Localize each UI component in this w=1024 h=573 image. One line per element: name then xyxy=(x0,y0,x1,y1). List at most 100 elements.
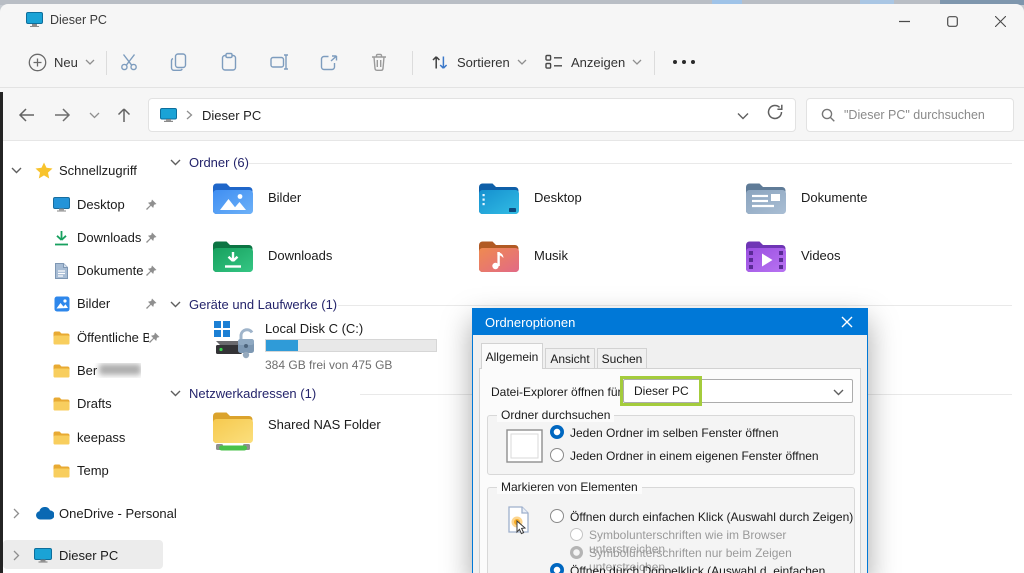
folder-name: Bilder xyxy=(268,190,302,205)
folder-options-dialog: Ordneroptionen Allgemein Ansicht Suchen … xyxy=(472,308,868,573)
sidebar-item-keepass[interactable]: keepass xyxy=(0,421,165,454)
pin-icon xyxy=(146,232,157,243)
folder-name: Videos xyxy=(801,248,841,263)
chevron-collapsed-icon xyxy=(13,550,20,561)
forward-button[interactable] xyxy=(48,102,76,128)
radio-label: Jeden Ordner in einem eigenen Fenster öf… xyxy=(570,449,819,463)
browse-folders-group: Ordner durchsuchen Jeden Ordner im selbe… xyxy=(487,408,855,475)
chevron-collapsed-icon xyxy=(13,508,20,519)
folder-name: Desktop xyxy=(534,190,582,205)
view-button[interactable]: Anzeigen xyxy=(538,44,648,80)
drive-usage-bar xyxy=(265,339,437,352)
section-title: Ordner (6) xyxy=(189,155,249,170)
radio-own-window[interactable] xyxy=(550,448,564,462)
network-folder-icon xyxy=(213,412,253,451)
section-devices-header[interactable]: Geräte und Laufwerke (1) xyxy=(170,297,337,312)
delete-button[interactable] xyxy=(363,44,395,80)
copy-icon xyxy=(170,53,187,72)
paste-button[interactable] xyxy=(213,44,245,80)
desktop-icon xyxy=(53,197,70,212)
pin-icon xyxy=(146,265,157,276)
folder-tile-videos[interactable]: Videos xyxy=(745,240,841,281)
sidebar-item-label: Bilder xyxy=(77,296,111,311)
dialog-title-bar: Ordneroptionen xyxy=(473,309,867,335)
section-title: Netzwerkadressen (1) xyxy=(189,386,317,401)
chevron-down-icon xyxy=(85,59,95,65)
sidebar-item-downloads[interactable]: Downloads xyxy=(0,221,165,254)
folder-tile-musik[interactable]: Musik xyxy=(478,240,568,281)
section-title: Geräte und Laufwerke (1) xyxy=(189,297,338,312)
sort-button-label: Sortieren xyxy=(457,54,510,70)
sidebar-item-drafts[interactable]: Drafts xyxy=(0,387,165,420)
sidebar-item-this-pc[interactable]: Dieser PC xyxy=(0,539,165,572)
folder-icon xyxy=(53,364,70,377)
explorer-window: Dieser PC Neu Sortieren Anzeigen Dieser … xyxy=(0,4,1024,573)
dialog-close-button[interactable] xyxy=(835,313,859,331)
document-icon xyxy=(55,262,68,279)
tab-suchen[interactable]: Suchen xyxy=(597,348,647,369)
cut-icon xyxy=(121,54,137,71)
rename-button[interactable] xyxy=(263,44,296,80)
breadcrumb[interactable]: Dieser PC xyxy=(202,108,261,123)
drive-tile-local-disk-c[interactable]: Local Disk C (C:) 384 GB frei von 475 GB xyxy=(212,319,437,372)
drive-usage-fill xyxy=(266,340,299,351)
picture-icon xyxy=(54,296,70,311)
address-bar[interactable]: Dieser PC xyxy=(148,98,796,132)
more-options-button[interactable] xyxy=(665,44,703,80)
section-network-header[interactable]: Netzwerkadressen (1) xyxy=(170,386,316,401)
maximize-button[interactable] xyxy=(932,10,972,32)
folder-name: Dokumente xyxy=(801,190,868,205)
sidebar-item-redacted-folder[interactable]: Ber xyxy=(0,354,165,387)
back-button[interactable] xyxy=(12,102,40,128)
tab-ansicht[interactable]: Ansicht xyxy=(545,348,595,369)
radio-single-click[interactable] xyxy=(550,509,564,523)
music-folder-icon xyxy=(479,241,519,272)
radio-double-click[interactable] xyxy=(550,563,564,573)
network-tile-shared-nas[interactable]: Shared NAS Folder xyxy=(212,411,381,458)
radio-same-window[interactable] xyxy=(550,425,564,439)
star-icon xyxy=(35,162,53,179)
drive-name: Local Disk C (C:) xyxy=(265,321,364,336)
sidebar-item-label: Öffentliche Bilde xyxy=(77,330,149,345)
cut-button[interactable] xyxy=(113,44,145,80)
sidebar-item-onedrive[interactable]: OneDrive - Personal xyxy=(0,497,177,530)
ellipsis-icon xyxy=(673,60,695,64)
view-icon xyxy=(545,54,562,69)
new-button[interactable]: Neu xyxy=(22,44,101,80)
radio-label: Öffnen durch einfachen Klick (Auswahl du… xyxy=(570,510,854,524)
group-title: Ordner durchsuchen xyxy=(497,408,615,422)
folder-tile-downloads[interactable]: Downloads xyxy=(212,240,332,281)
network-folder-name: Shared NAS Folder xyxy=(268,417,381,432)
sort-button[interactable]: Sortieren xyxy=(424,44,533,80)
share-button[interactable] xyxy=(313,44,345,80)
folder-tile-desktop[interactable]: Desktop xyxy=(478,182,582,223)
pin-icon xyxy=(146,199,157,210)
tab-allgemein[interactable]: Allgemein xyxy=(481,343,543,369)
minimize-button[interactable] xyxy=(884,10,924,32)
sidebar-item-label: Drafts xyxy=(77,396,112,411)
sidebar-item-temp[interactable]: Temp xyxy=(0,454,165,487)
sidebar-item-desktop[interactable]: Desktop xyxy=(0,188,165,221)
folder-icon xyxy=(53,464,70,477)
annotation-highlight-box xyxy=(620,376,702,406)
section-folders-header[interactable]: Ordner (6) xyxy=(170,155,249,170)
pin-icon xyxy=(146,298,157,309)
folder-tile-bilder[interactable]: Bilder xyxy=(212,182,301,223)
up-button[interactable] xyxy=(110,102,138,128)
sidebar-item-label: Dokumente xyxy=(77,263,144,278)
address-dropdown-chevron[interactable] xyxy=(737,107,749,125)
sidebar-item-documents[interactable]: Dokumente xyxy=(0,254,165,287)
drive-free-space: 384 GB frei von 475 GB xyxy=(265,358,393,372)
sidebar-item-label: Schnellzugriff xyxy=(59,163,137,178)
copy-button[interactable] xyxy=(163,44,195,80)
refresh-button[interactable] xyxy=(767,104,783,125)
search-box[interactable]: "Dieser PC" durchsuchen xyxy=(806,98,1014,132)
recent-locations-chevron[interactable] xyxy=(80,102,108,128)
pin-icon xyxy=(149,332,160,343)
sidebar-item-pictures[interactable]: Bilder xyxy=(0,287,165,320)
close-button[interactable] xyxy=(980,10,1020,32)
folder-tile-dokumente[interactable]: Dokumente xyxy=(745,182,867,223)
sidebar-item-public-pictures[interactable]: Öffentliche Bilde xyxy=(0,321,165,354)
sidebar-item-quick-access[interactable]: Schnellzugriff xyxy=(0,154,165,187)
sidebar-item-label: Dieser PC xyxy=(59,548,119,563)
